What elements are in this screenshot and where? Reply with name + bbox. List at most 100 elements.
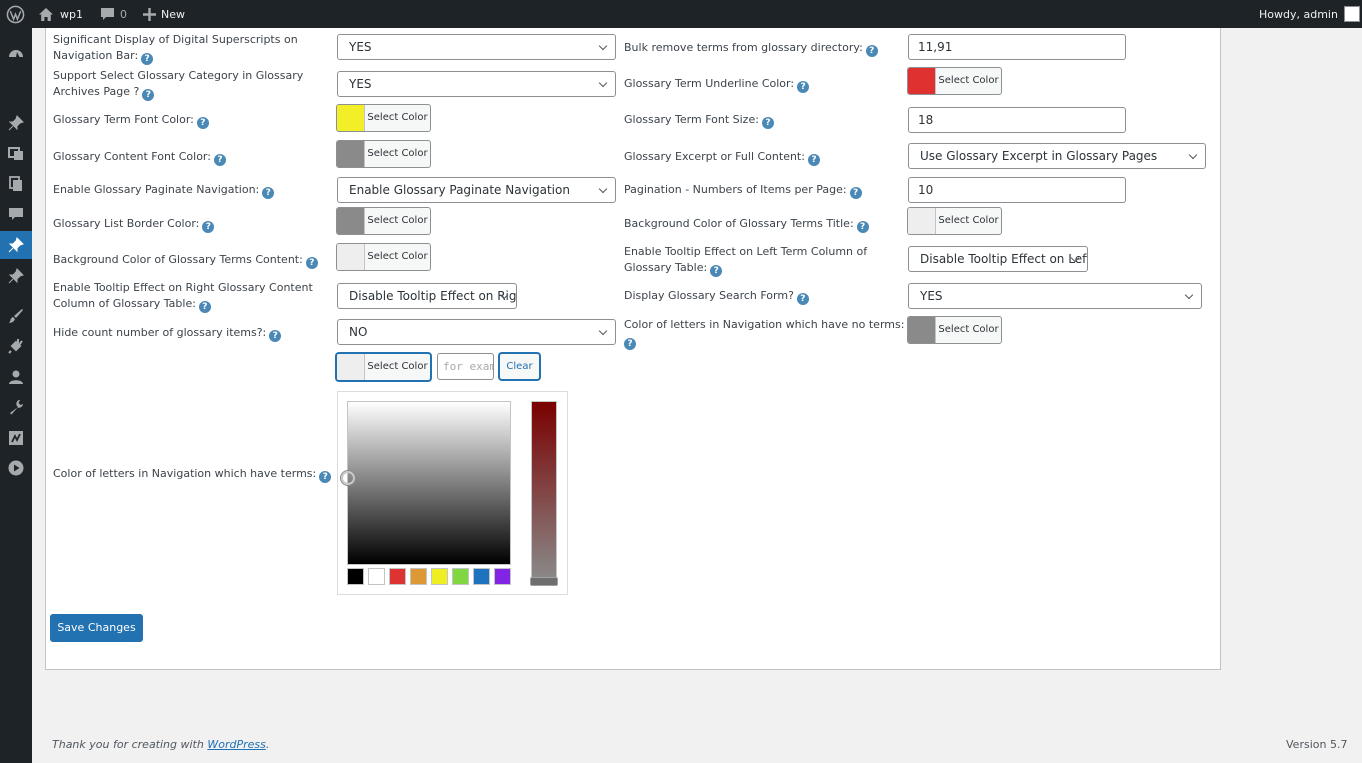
color-swatch bbox=[908, 208, 936, 234]
greeting-text: Howdy, admin bbox=[1259, 7, 1338, 21]
wordpress-link[interactable]: WordPress bbox=[207, 738, 266, 751]
label-no-terms-color: Color of letters in Navigation which hav… bbox=[624, 318, 905, 350]
have-terms-color-button[interactable]: Select Color bbox=[336, 353, 431, 381]
comment-bubble-icon bbox=[100, 7, 115, 21]
palette-swatch[interactable] bbox=[431, 568, 448, 585]
select-color-label: Select Color bbox=[938, 75, 999, 86]
search-form-select[interactable]: YES bbox=[908, 283, 1202, 309]
hex-input-placeholder: for example bbox=[443, 360, 493, 373]
save-changes-button[interactable]: Save Changes bbox=[50, 614, 143, 642]
settings-icon[interactable] bbox=[0, 424, 32, 452]
label-list-border-color: Glossary List Border Color:? bbox=[53, 216, 215, 233]
glossary-pin-icon[interactable] bbox=[0, 231, 32, 259]
label-term-font-size: Glossary Term Font Size:? bbox=[624, 112, 774, 129]
users-icon[interactable] bbox=[0, 363, 32, 391]
appearance-icon[interactable] bbox=[0, 302, 32, 330]
comments-count: 0 bbox=[120, 7, 127, 21]
tools-wrench-icon[interactable] bbox=[0, 393, 32, 421]
site-home-link[interactable]: wp1 bbox=[38, 0, 83, 28]
tooltip-left-select[interactable]: Disable Tooltip Effect on Left bbox=[908, 246, 1088, 272]
play-icon[interactable] bbox=[0, 454, 32, 482]
palette-swatch[interactable] bbox=[494, 568, 511, 585]
new-content-link[interactable]: New bbox=[143, 0, 185, 28]
select-color-label: Select Color bbox=[367, 148, 428, 159]
color-swatch bbox=[337, 105, 365, 131]
palette-swatch[interactable] bbox=[368, 568, 385, 585]
clear-color-button[interactable]: Clear bbox=[499, 353, 540, 380]
help-icon[interactable]: ? bbox=[761, 117, 774, 129]
label-tooltip-right: Enable Tooltip Effect on Right Glossary … bbox=[53, 281, 313, 313]
account-menu[interactable]: Howdy, admin bbox=[1259, 0, 1360, 28]
plus-icon bbox=[143, 7, 156, 21]
help-icon[interactable]: ? bbox=[262, 187, 275, 199]
help-icon[interactable]: ? bbox=[807, 154, 820, 166]
color-swatch bbox=[908, 317, 936, 343]
palette-swatch[interactable] bbox=[389, 568, 406, 585]
help-icon[interactable]: ? bbox=[198, 301, 211, 313]
plugins-icon[interactable] bbox=[0, 332, 32, 360]
dashboard-icon[interactable] bbox=[0, 40, 32, 68]
posts-pin-icon[interactable] bbox=[0, 109, 32, 137]
media-icon[interactable] bbox=[0, 139, 32, 167]
help-icon[interactable]: ? bbox=[269, 330, 282, 342]
comments-icon[interactable] bbox=[0, 200, 32, 228]
custom-pin-icon[interactable] bbox=[0, 262, 32, 290]
label-content-font-color: Glossary Content Font Color:? bbox=[53, 149, 226, 166]
items-per-page-input[interactable]: 10 bbox=[908, 177, 1126, 203]
label-tooltip-left: Enable Tooltip Effect on Left Term Colum… bbox=[624, 245, 868, 277]
clear-label: Clear bbox=[506, 361, 533, 372]
list-border-color-button[interactable]: Select Color bbox=[336, 207, 431, 235]
help-icon[interactable]: ? bbox=[196, 117, 209, 129]
palette-swatch[interactable] bbox=[347, 568, 364, 585]
label-search-form: Display Glossary Search Form?? bbox=[624, 288, 809, 305]
bulk-remove-input[interactable]: 11,91 bbox=[908, 34, 1126, 60]
help-icon[interactable]: ? bbox=[856, 221, 869, 233]
label-excerpt-full: Glossary Excerpt or Full Content:? bbox=[624, 149, 820, 166]
term-font-color-button[interactable]: Select Color bbox=[336, 104, 431, 132]
paginate-navigation-select[interactable]: Enable Glossary Paginate Navigation bbox=[337, 177, 616, 203]
bg-terms-content-color-button[interactable]: Select Color bbox=[336, 243, 431, 271]
tooltip-right-select[interactable]: Disable Tooltip Effect on Right bbox=[337, 283, 517, 309]
hue-slider-handle[interactable] bbox=[530, 577, 558, 586]
palette-swatch[interactable] bbox=[473, 568, 490, 585]
help-icon[interactable]: ? bbox=[865, 45, 878, 57]
home-icon bbox=[38, 7, 54, 22]
content-font-color-button[interactable]: Select Color bbox=[336, 140, 431, 168]
label-have-terms-color: Color of letters in Navigation which hav… bbox=[53, 466, 332, 483]
select-color-label: Select Color bbox=[367, 112, 428, 123]
help-icon[interactable]: ? bbox=[305, 257, 318, 269]
hex-color-input[interactable]: for example bbox=[437, 353, 494, 380]
color-picker-handle[interactable] bbox=[341, 471, 355, 485]
help-icon[interactable]: ? bbox=[319, 471, 332, 483]
hue-slider[interactable] bbox=[531, 401, 557, 581]
help-icon[interactable]: ? bbox=[142, 89, 155, 101]
site-name: wp1 bbox=[60, 7, 83, 21]
underline-color-button[interactable]: Select Color bbox=[907, 67, 1002, 95]
no-terms-color-button[interactable]: Select Color bbox=[907, 316, 1002, 344]
palette-swatch[interactable] bbox=[410, 568, 427, 585]
help-icon[interactable]: ? bbox=[202, 221, 215, 233]
saturation-lightness-square[interactable] bbox=[347, 401, 511, 565]
label-term-font-color: Glossary Term Font Color:? bbox=[53, 112, 209, 129]
palette-swatch[interactable] bbox=[452, 568, 469, 585]
hide-count-select[interactable]: NO bbox=[337, 319, 616, 345]
bg-terms-title-color-button[interactable]: Select Color bbox=[907, 207, 1002, 235]
help-icon[interactable]: ? bbox=[213, 154, 226, 166]
label-underline-color: Glossary Term Underline Color:? bbox=[624, 76, 810, 93]
superscripts-select[interactable]: YES bbox=[337, 34, 616, 60]
pages-icon[interactable] bbox=[0, 170, 32, 198]
help-icon[interactable]: ? bbox=[849, 187, 862, 199]
select-category-select[interactable]: YES bbox=[337, 71, 616, 97]
avatar bbox=[1343, 6, 1360, 22]
comments-link[interactable]: 0 bbox=[100, 0, 127, 28]
help-icon[interactable]: ? bbox=[796, 293, 809, 305]
term-font-size-input[interactable]: 18 bbox=[908, 107, 1126, 133]
help-icon[interactable]: ? bbox=[624, 338, 636, 350]
help-icon[interactable]: ? bbox=[141, 53, 154, 65]
help-icon[interactable]: ? bbox=[710, 265, 723, 277]
wordpress-logo-icon[interactable] bbox=[6, 0, 25, 28]
help-icon[interactable]: ? bbox=[797, 81, 810, 93]
color-swatch bbox=[908, 68, 936, 94]
color-swatch bbox=[337, 141, 365, 167]
excerpt-full-select[interactable]: Use Glossary Excerpt in Glossary Pages bbox=[908, 143, 1206, 169]
